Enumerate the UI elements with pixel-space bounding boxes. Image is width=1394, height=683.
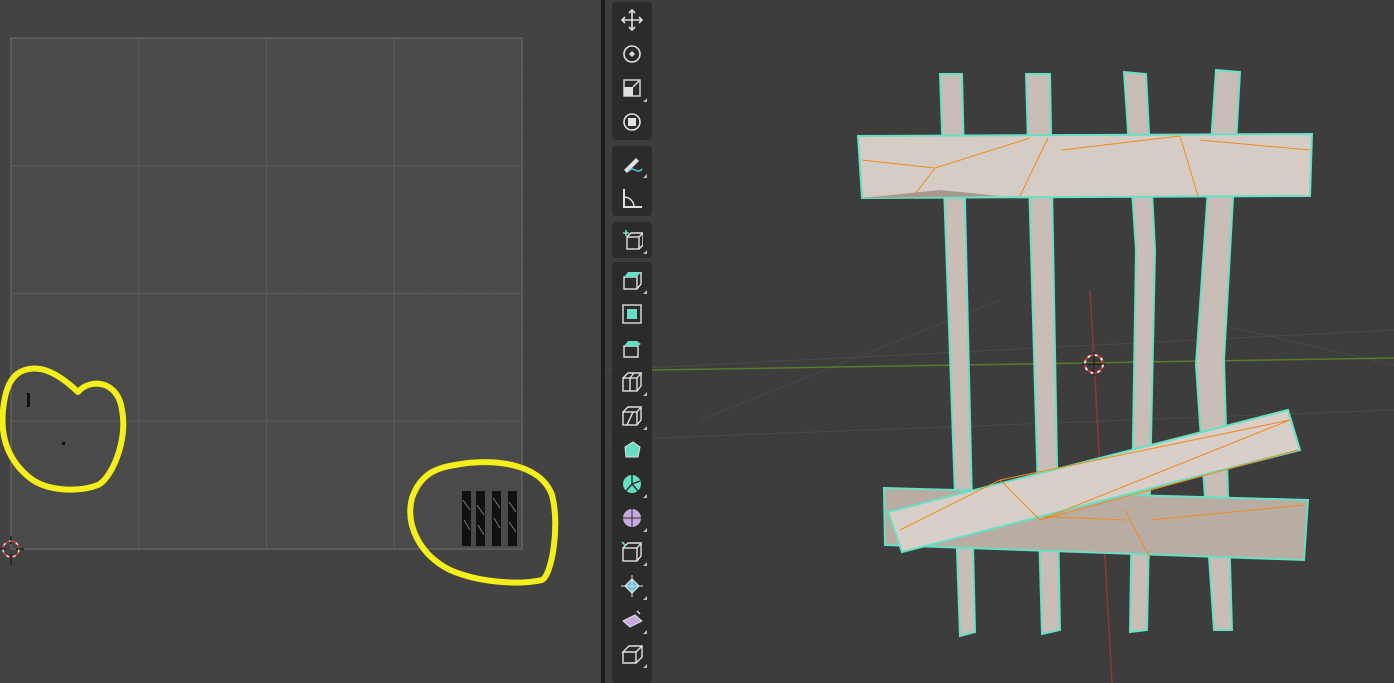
bevel-tool-button[interactable]: [614, 332, 650, 365]
rotate-icon: [623, 45, 641, 63]
rotate-tool-button[interactable]: [614, 38, 650, 71]
tool-group-transform: [612, 2, 652, 140]
bevel-icon: [623, 341, 641, 358]
move-icon: [621, 9, 643, 31]
uv-island-small[interactable]: [27, 393, 30, 407]
loop-cut-icon: [622, 372, 643, 392]
transform-tool-button[interactable]: [614, 106, 650, 139]
shear-icon: [622, 610, 643, 628]
tool-group-add: [612, 222, 652, 258]
measure-icon: [623, 189, 642, 208]
add-cube-tool-button[interactable]: [614, 224, 650, 257]
knife-tool-button[interactable]: [614, 400, 650, 433]
uv-editor-area[interactable]: [0, 0, 601, 683]
measure-tool-button[interactable]: [614, 182, 650, 215]
edge-slide-tool-button[interactable]: [614, 536, 650, 569]
shear-tool-button[interactable]: [614, 604, 650, 637]
uv-island-plank-4[interactable]: [508, 491, 517, 546]
mesh-top-plank[interactable]: [856, 132, 1314, 200]
loop-cut-tool-button[interactable]: [614, 366, 650, 399]
rip-region-icon: [621, 645, 643, 664]
rip-region-tool-button[interactable]: [614, 638, 650, 671]
add-cube-icon: [623, 230, 643, 250]
tool-group-annotate: [612, 146, 652, 216]
3d-cursor-icon[interactable]: [1082, 352, 1106, 376]
inset-faces-tool-button[interactable]: [614, 298, 650, 331]
tool-group-mesh-edit: [612, 262, 652, 683]
viewport-canvas[interactable]: [605, 0, 1394, 683]
edge-slide-icon: [621, 541, 643, 562]
annotate-icon: [624, 158, 643, 173]
knife-icon: [622, 406, 643, 426]
transform-icon: [623, 113, 641, 131]
scale-tool-button[interactable]: [614, 72, 650, 105]
uv-island-dot[interactable]: [62, 442, 65, 445]
poly-build-tool-button[interactable]: [614, 434, 650, 467]
uv-island-plank-2[interactable]: [476, 491, 485, 546]
3d-viewport[interactable]: [605, 0, 1394, 683]
uv-editor-canvas[interactable]: [0, 0, 601, 683]
inset-faces-icon: [622, 304, 642, 324]
uv-island-plank-1[interactable]: [462, 491, 471, 546]
spin-tool-button[interactable]: [614, 468, 650, 501]
annotate-tool-button[interactable]: [614, 148, 650, 181]
extrude-region-icon: [623, 272, 642, 290]
shrink-fatten-tool-button[interactable]: [614, 570, 650, 603]
move-tool-button[interactable]: [614, 4, 650, 37]
scale-icon: [623, 79, 641, 97]
shrink-fatten-icon: [621, 575, 643, 597]
extrude-region-tool-button[interactable]: [614, 264, 650, 297]
smooth-tool-button[interactable]: [614, 502, 650, 535]
poly-build-icon: [624, 441, 641, 458]
y-axis-line: [651, 357, 1394, 371]
spin-icon: [623, 475, 641, 493]
smooth-icon: [623, 509, 641, 527]
